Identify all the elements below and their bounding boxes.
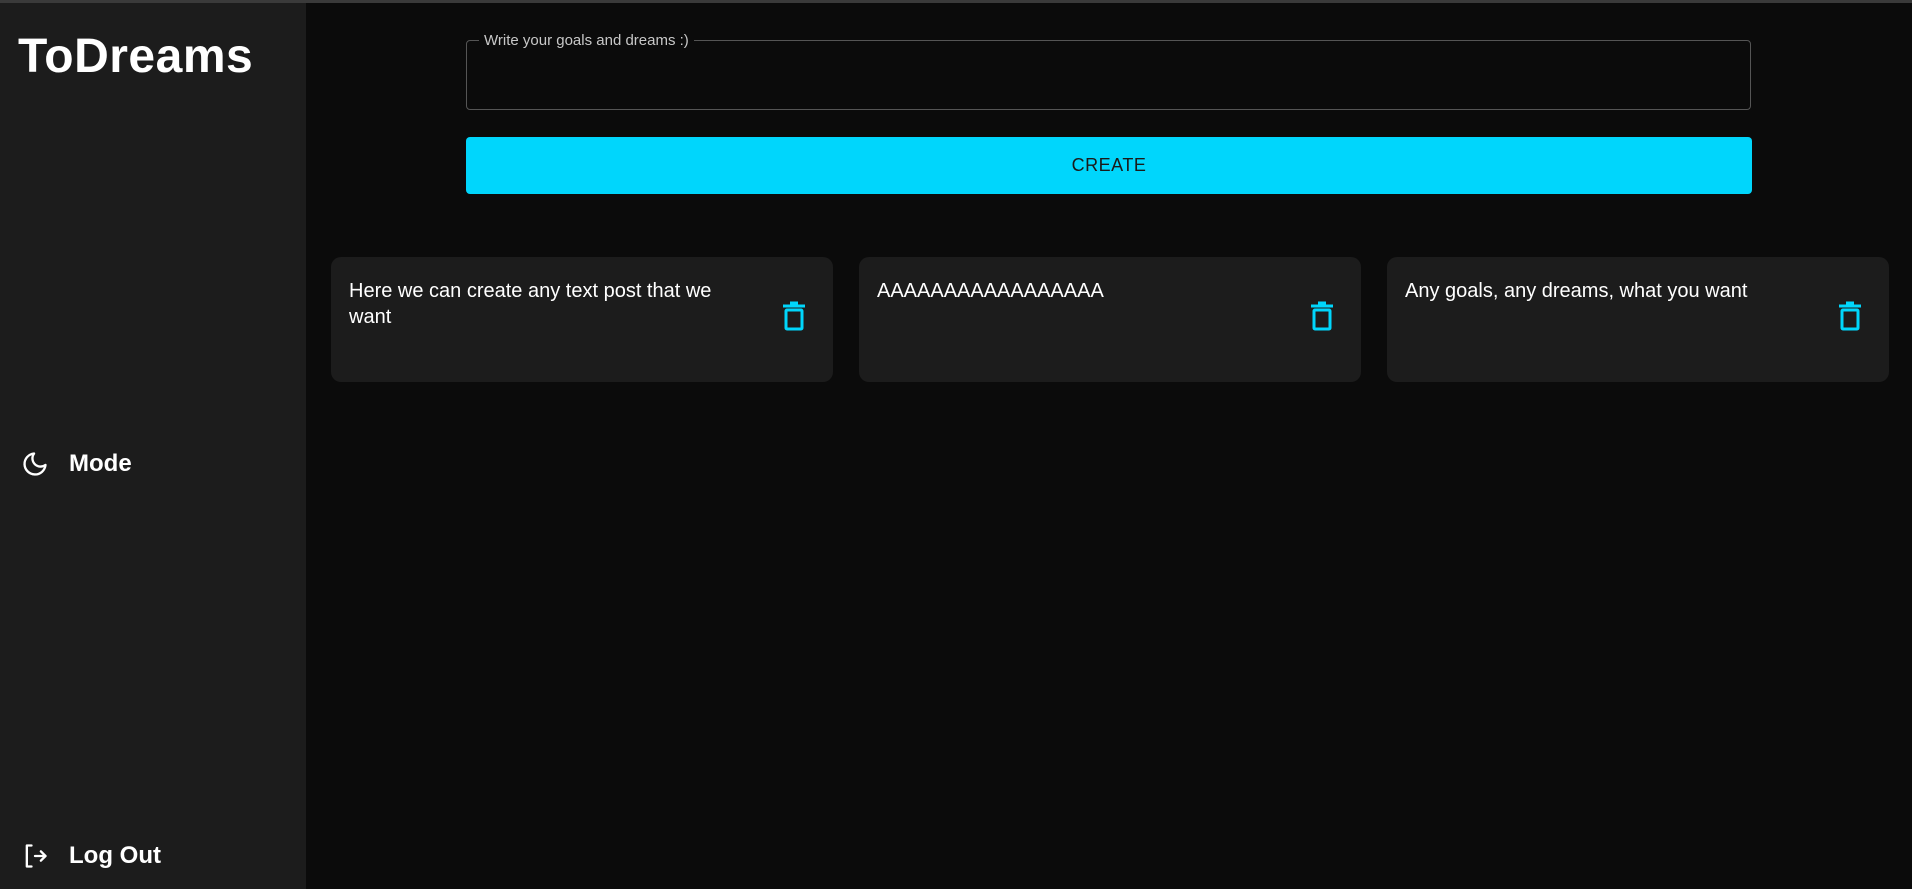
logout-label: Log Out: [69, 842, 161, 869]
trash-icon: [1309, 301, 1335, 336]
create-button[interactable]: CREATE: [466, 137, 1752, 194]
goal-field: Write your goals and dreams :): [466, 32, 1751, 110]
logout-icon: [20, 841, 50, 871]
mode-label: Mode: [69, 450, 132, 477]
goal-input[interactable]: [467, 41, 1750, 109]
mode-toggle-button[interactable]: Mode: [20, 449, 132, 479]
trash-icon: [781, 301, 807, 336]
trash-icon: [1837, 301, 1863, 336]
post-text: Here we can create any text post that we…: [349, 280, 712, 328]
post-text: Any goals, any dreams, what you want: [1405, 280, 1748, 302]
main-content: Write your goals and dreams :) CREATE He…: [306, 3, 1912, 889]
post-text: AAAAAAAAAAAAAAAAA: [877, 280, 1104, 302]
post-card: Here we can create any text post that we…: [331, 257, 833, 382]
logout-button[interactable]: Log Out: [20, 841, 161, 871]
delete-post-button[interactable]: [1835, 301, 1865, 335]
post-card: AAAAAAAAAAAAAAAAA: [859, 257, 1361, 382]
delete-post-button[interactable]: [1307, 301, 1337, 335]
moon-icon: [20, 449, 50, 479]
app-logo: ToDreams: [18, 30, 254, 83]
post-card: Any goals, any dreams, what you want: [1387, 257, 1889, 382]
sidebar: ToDreams Mode Log Out: [0, 3, 306, 889]
posts-list: Here we can create any text post that we…: [331, 257, 1891, 383]
delete-post-button[interactable]: [779, 301, 809, 335]
